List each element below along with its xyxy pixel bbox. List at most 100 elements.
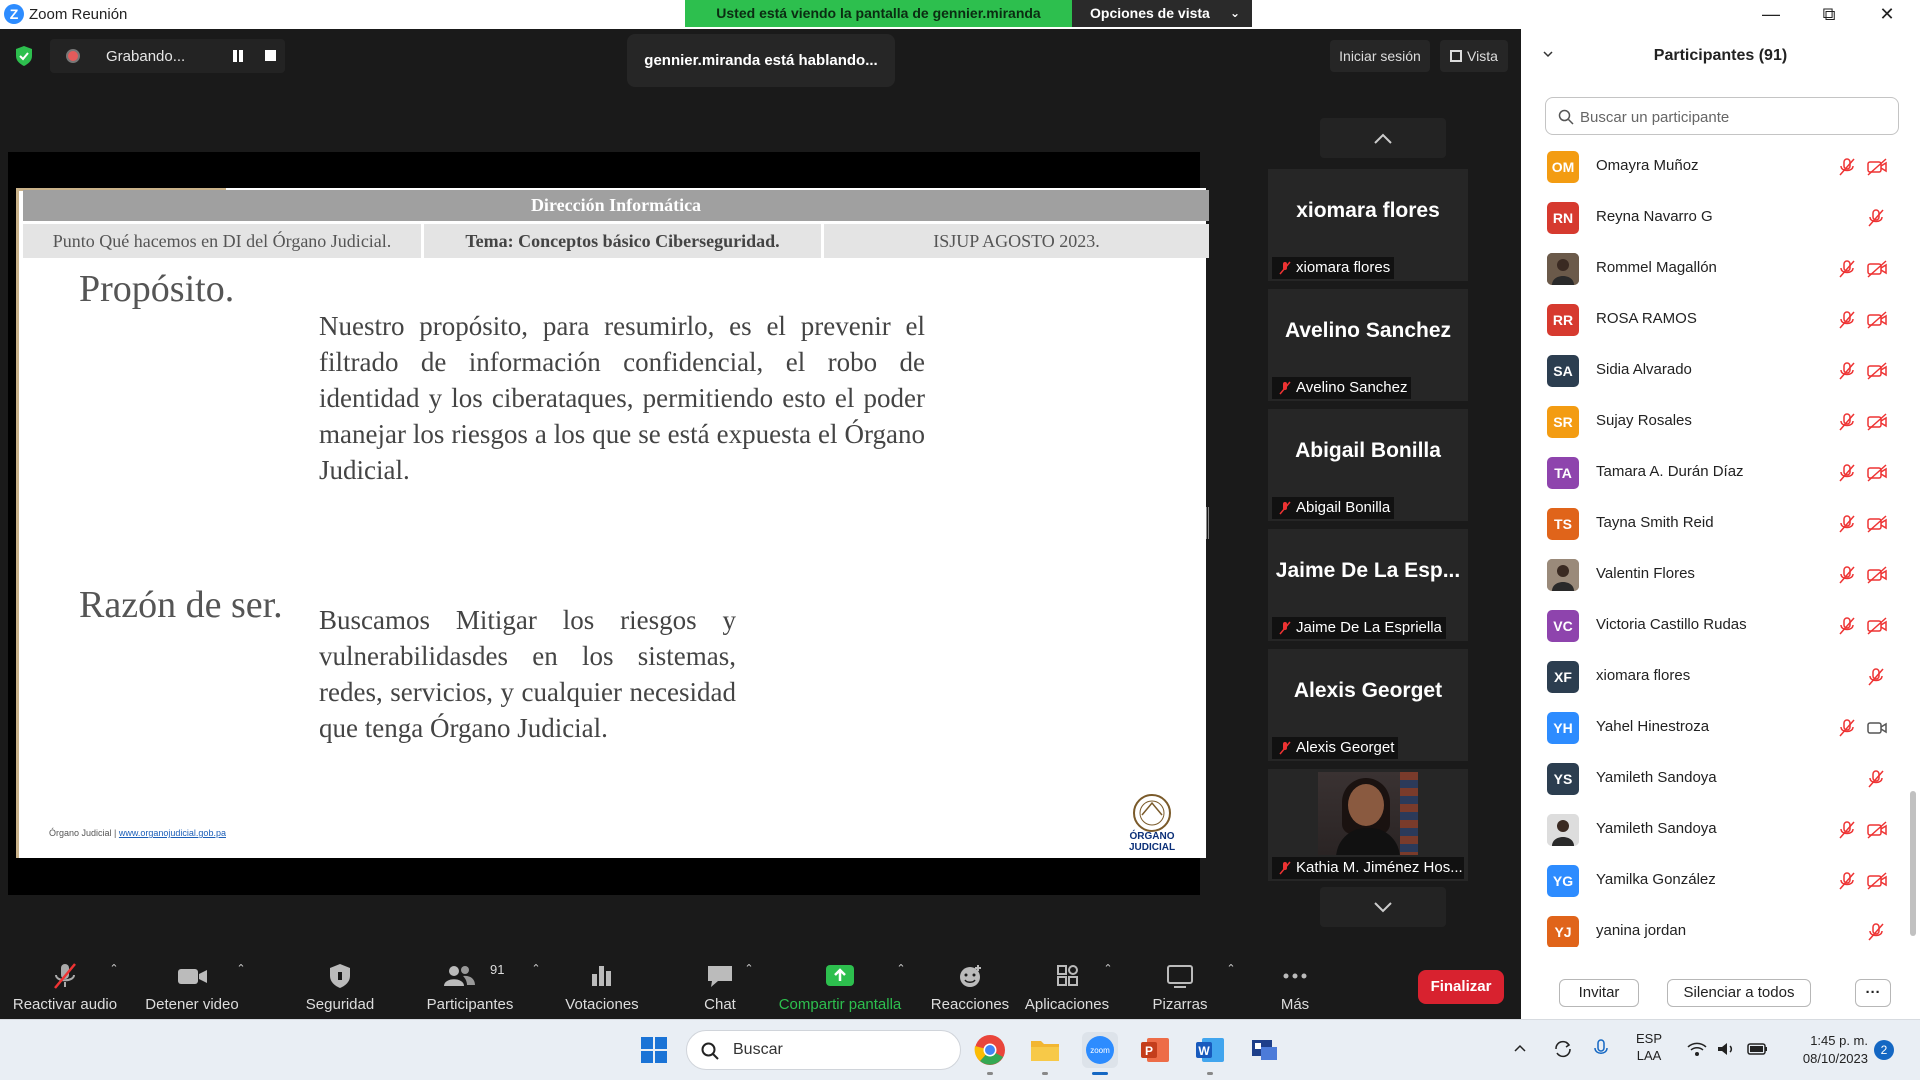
participant-row[interactable]: RR ROSA RAMOS [1521,294,1906,345]
stop-recording-icon[interactable] [265,50,276,61]
mic-muted-icon[interactable] [1837,259,1857,279]
zoom-taskbar-icon[interactable]: zoom [1082,1032,1118,1075]
notification-badge[interactable]: 2 [1874,1040,1894,1060]
more-options-button[interactable]: ··· [1855,979,1891,1007]
participant-row[interactable]: VC Victoria Castillo Rudas [1521,600,1906,651]
participant-tile[interactable]: Alexis Georget Alexis Georget [1268,649,1468,761]
restore-button[interactable]: ⧉ [1800,0,1858,29]
scrollbar-thumb[interactable] [1910,791,1916,936]
word-icon[interactable]: W [1192,1032,1228,1075]
reactions-button[interactable]: Reacciones [920,948,1020,1019]
language-indicator[interactable]: ESP LAA [1636,1030,1662,1080]
participant-search-box[interactable] [1545,97,1899,135]
whiteboard-options-caret[interactable]: ⌃ [1225,962,1237,975]
participant-row[interactable]: RN Reyna Navarro G [1521,192,1906,243]
close-window-button[interactable]: ✕ [1858,0,1916,29]
mic-muted-icon[interactable] [1837,310,1857,330]
participant-list-scrollbar[interactable] [1910,141,1916,947]
more-button[interactable]: Más [1255,948,1335,1019]
video-off-icon[interactable] [1866,412,1888,432]
participant-row[interactable]: YS Yamileth Sandoya [1521,753,1906,804]
apps-options-caret[interactable]: ⌃ [1102,962,1114,975]
mic-muted-icon[interactable] [1837,463,1857,483]
video-off-icon[interactable] [1866,871,1888,891]
mic-muted-icon[interactable] [1837,820,1857,840]
participant-tile-video[interactable]: Kathia M. Jiménez Hos... [1268,769,1468,881]
participant-tile[interactable]: Avelino Sanchez Avelino Sanchez [1268,289,1468,401]
powerpoint-icon[interactable]: P [1137,1032,1173,1068]
participant-search-input[interactable] [1580,106,1880,128]
participant-row[interactable]: Rommel Magallón [1521,243,1906,294]
participant-row[interactable]: XF xiomara flores [1521,651,1906,702]
splitter-handle[interactable] [1206,507,1209,539]
mic-muted-icon[interactable] [1837,514,1857,534]
view-options-button[interactable]: Opciones de vista ⌄ [1072,0,1252,27]
signin-button[interactable]: Iniciar sesión [1330,40,1430,72]
participant-row[interactable]: SR Sujay Rosales [1521,396,1906,447]
video-camera-icon[interactable] [1866,718,1888,738]
mic-muted-icon[interactable] [1866,208,1886,228]
video-off-icon[interactable] [1866,361,1888,381]
mic-muted-icon[interactable] [1866,922,1886,942]
taskbar-search-box[interactable]: Buscar [686,1030,961,1070]
mic-muted-icon[interactable] [1866,667,1886,687]
video-off-icon[interactable] [1866,157,1888,177]
video-off-icon[interactable] [1866,310,1888,330]
chat-options-caret[interactable]: ⌃ [743,962,755,975]
whiteboards-button[interactable]: ⌃ Pizarras [1130,948,1235,1019]
scroll-up-button[interactable] [1320,118,1446,158]
participant-tile[interactable]: Jaime De La Esp... Jaime De La Espriella [1268,529,1468,641]
audio-options-caret[interactable]: ⌃ [108,962,120,975]
video-off-icon[interactable] [1866,463,1888,483]
participant-row[interactable]: OM Omayra Muñoz [1521,141,1906,192]
invite-button[interactable]: Invitar [1559,979,1639,1007]
polls-button[interactable]: Votaciones [552,948,652,1019]
mic-muted-icon[interactable] [1837,871,1857,891]
mic-muted-icon[interactable] [1837,412,1857,432]
battery-icon[interactable] [1746,1040,1770,1080]
share-screen-button[interactable]: ⌃ Compartir pantalla [770,948,910,1019]
wifi-icon[interactable] [1686,1040,1708,1080]
participants-options-caret[interactable]: ⌃ [530,962,542,975]
participant-row[interactable]: TA Tamara A. Durán Díaz [1521,447,1906,498]
file-explorer-icon[interactable] [1027,1032,1063,1075]
mic-muted-icon[interactable] [1837,616,1857,636]
participant-tile[interactable]: xiomara flores xiomara flores [1268,169,1468,281]
video-off-icon[interactable] [1866,616,1888,636]
sync-icon[interactable] [1552,1038,1574,1080]
share-options-caret[interactable]: ⌃ [895,962,907,975]
participant-row[interactable]: Yamileth Sandoya [1521,804,1906,855]
remote-app-icon[interactable] [1247,1032,1283,1068]
pause-recording-icon[interactable] [230,48,246,64]
scroll-down-button[interactable] [1320,887,1446,927]
show-hidden-icons-chevron[interactable] [1512,1040,1528,1080]
video-off-icon[interactable] [1866,820,1888,840]
participant-row[interactable]: YJ yanina jordan [1521,906,1906,947]
video-options-caret[interactable]: ⌃ [235,962,247,975]
video-off-icon[interactable] [1866,514,1888,534]
view-button[interactable]: Vista [1440,40,1508,72]
mic-muted-icon[interactable] [1837,718,1857,738]
mic-muted-icon[interactable] [1866,769,1886,789]
mic-muted-icon[interactable] [1837,565,1857,585]
security-shield-icon[interactable] [14,45,34,67]
security-button[interactable]: Seguridad [290,948,390,1019]
minimize-button[interactable]: — [1742,0,1800,29]
participant-row[interactable]: SA Sidia Alvarado [1521,345,1906,396]
stop-video-button[interactable]: ⌃ Detener video [133,948,251,1019]
mic-muted-icon[interactable] [1837,361,1857,381]
windows-start-icon[interactable] [640,1036,668,1064]
participant-row[interactable]: TS Tayna Smith Reid [1521,498,1906,549]
mute-all-button[interactable]: Silenciar a todos [1667,979,1811,1007]
chat-button[interactable]: ⌃ Chat [680,948,760,1019]
participant-row[interactable]: YH Yahel Hinestroza [1521,702,1906,753]
microphone-tray-icon[interactable] [1592,1038,1610,1080]
participant-row[interactable]: Valentin Flores [1521,549,1906,600]
unmute-button[interactable]: ⌃ Reactivar audio [0,948,130,1019]
mic-muted-icon[interactable] [1837,157,1857,177]
end-meeting-button[interactable]: Finalizar [1418,970,1504,1004]
participants-button[interactable]: 91 ⌃ Participantes [415,948,541,1019]
participant-row[interactable]: YG Yamilka González [1521,855,1906,906]
apps-button[interactable]: ⌃ Aplicaciones [1017,948,1117,1019]
chrome-icon[interactable] [972,1032,1008,1075]
